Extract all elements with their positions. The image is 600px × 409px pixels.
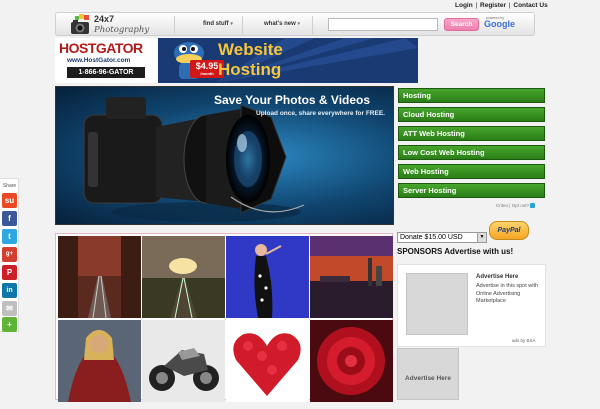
menu-item-low-cost-web-hosting[interactable]: Low Cost Web Hosting: [398, 145, 545, 160]
photo-grid: [55, 233, 393, 402]
hostgator-title-line2: Hosting: [218, 60, 282, 79]
nav-divider: [174, 16, 175, 34]
logo-text[interactable]: 24x7: [94, 15, 114, 24]
menu-item-cloud-hosting[interactable]: Cloud Hosting: [398, 107, 545, 122]
nav-divider: [312, 16, 313, 34]
photo-motorcycle[interactable]: [142, 320, 225, 402]
chevron-down-icon: ▼: [477, 233, 486, 242]
ad-network-label: Criteo: [496, 203, 509, 208]
photo-rose-heart[interactable]: [226, 320, 309, 402]
adchoices-icon: [530, 203, 536, 209]
pinterest-icon[interactable]: P: [2, 265, 17, 280]
ad-box[interactable]: Advertise Here Advertise in this spot wi…: [397, 264, 546, 347]
hero-title: Save Your Photos & Videos: [214, 93, 371, 107]
linkedin-icon[interactable]: in: [2, 283, 17, 298]
ad-text: Advertise in this spot with Online Adver…: [476, 283, 539, 304]
powered-by-text: powered by: [486, 16, 505, 20]
photo-railway-sunset[interactable]: [142, 236, 225, 318]
email-icon[interactable]: ✉: [2, 301, 17, 316]
opt-out-link[interactable]: Opt out?: [512, 203, 529, 208]
google-text: Google: [484, 19, 515, 29]
ad-title[interactable]: Advertise Here: [476, 274, 518, 280]
ad-credit[interactable]: ads by BSA: [512, 338, 536, 343]
contact-link[interactable]: Contact Us: [513, 2, 547, 9]
hostgator-title-line1: Website: [218, 40, 283, 59]
chevron-down-icon: ▾: [297, 21, 300, 27]
photo-railway-forest[interactable]: [58, 236, 141, 318]
google-logo: powered by Google: [484, 16, 515, 29]
search-input[interactable]: [328, 18, 438, 31]
ad-placeholder[interactable]: Advertise Here: [397, 348, 459, 400]
share-label: Share: [2, 183, 17, 189]
facebook-icon[interactable]: f: [2, 211, 17, 226]
donate-value: Donate $15.00 USD: [400, 234, 463, 241]
logo-subtitle[interactable]: Photography: [94, 25, 149, 35]
hero-subtitle: Upload once, share everywhere for FREE.: [256, 110, 385, 117]
google-plus-icon[interactable]: g+: [2, 247, 17, 262]
hostgator-phone: 1-866-96-GATOR: [67, 67, 145, 78]
page: Login | Register | Contact Us 24x7 Photo…: [0, 0, 600, 402]
hostgator-name: HOSTGATOR: [59, 40, 143, 56]
hero-banner[interactable]: Save Your Photos & Videos Upload once, s…: [55, 86, 394, 225]
hostgator-logo-panel: HOSTGATOR www.HostGator.com 1-866-96-GAT…: [55, 38, 158, 83]
photo-red-rose[interactable]: [310, 320, 393, 402]
ad-thumbnail[interactable]: [406, 273, 468, 335]
photo-thor-superhero[interactable]: [58, 320, 141, 402]
hostgator-banner[interactable]: HOSTGATOR www.HostGator.com 1-866-96-GAT…: [55, 38, 418, 83]
camera-logo-icon[interactable]: [69, 14, 91, 36]
chevron-down-icon: ▾: [230, 21, 233, 27]
nav-find-stuff[interactable]: find stuff ▾: [203, 21, 233, 27]
camera-illustration: [83, 97, 305, 222]
nav-divider: [242, 16, 243, 34]
ad-choices[interactable]: Criteo | Opt out?: [496, 203, 536, 209]
paypal-button[interactable]: PayPal: [489, 221, 529, 240]
nav-label: what's new: [264, 21, 296, 27]
menu-item-server-hosting[interactable]: Server Hosting: [398, 183, 545, 198]
hostgator-title: Website Hosting: [218, 40, 283, 80]
menu-item-web-hosting[interactable]: Web Hosting: [398, 164, 545, 179]
photo-singer-stage[interactable]: [226, 236, 309, 318]
header-bar: 24x7 Photography find stuff ▾ what's new…: [55, 12, 535, 36]
sponsors-heading[interactable]: SPONSORS Advertise with us!: [397, 247, 513, 256]
separator: |: [475, 2, 478, 9]
more-share-icon[interactable]: +: [2, 317, 17, 332]
price-value: $4.95: [195, 61, 219, 71]
search-button[interactable]: Search: [444, 18, 479, 31]
nav-whats-new[interactable]: what's new ▾: [264, 21, 300, 27]
photo-city-dusk[interactable]: [310, 236, 393, 318]
hostgator-url: www.HostGator.com: [67, 57, 131, 64]
login-link[interactable]: Login: [455, 2, 473, 9]
twitter-icon[interactable]: t: [2, 229, 17, 244]
menu-item-att-web-hosting[interactable]: ATT Web Hosting: [398, 126, 545, 141]
top-links: Login | Register | Contact Us: [455, 2, 548, 9]
separator: |: [508, 2, 511, 9]
stumbleupon-icon[interactable]: su: [2, 193, 17, 208]
donate-select[interactable]: Donate $15.00 USD ▼: [397, 232, 487, 243]
register-link[interactable]: Register: [480, 2, 506, 9]
menu-item-hosting[interactable]: Hosting: [398, 88, 545, 103]
share-bar: Share su f t g+ P in ✉ +: [0, 178, 19, 332]
nav-label: find stuff: [203, 21, 229, 27]
